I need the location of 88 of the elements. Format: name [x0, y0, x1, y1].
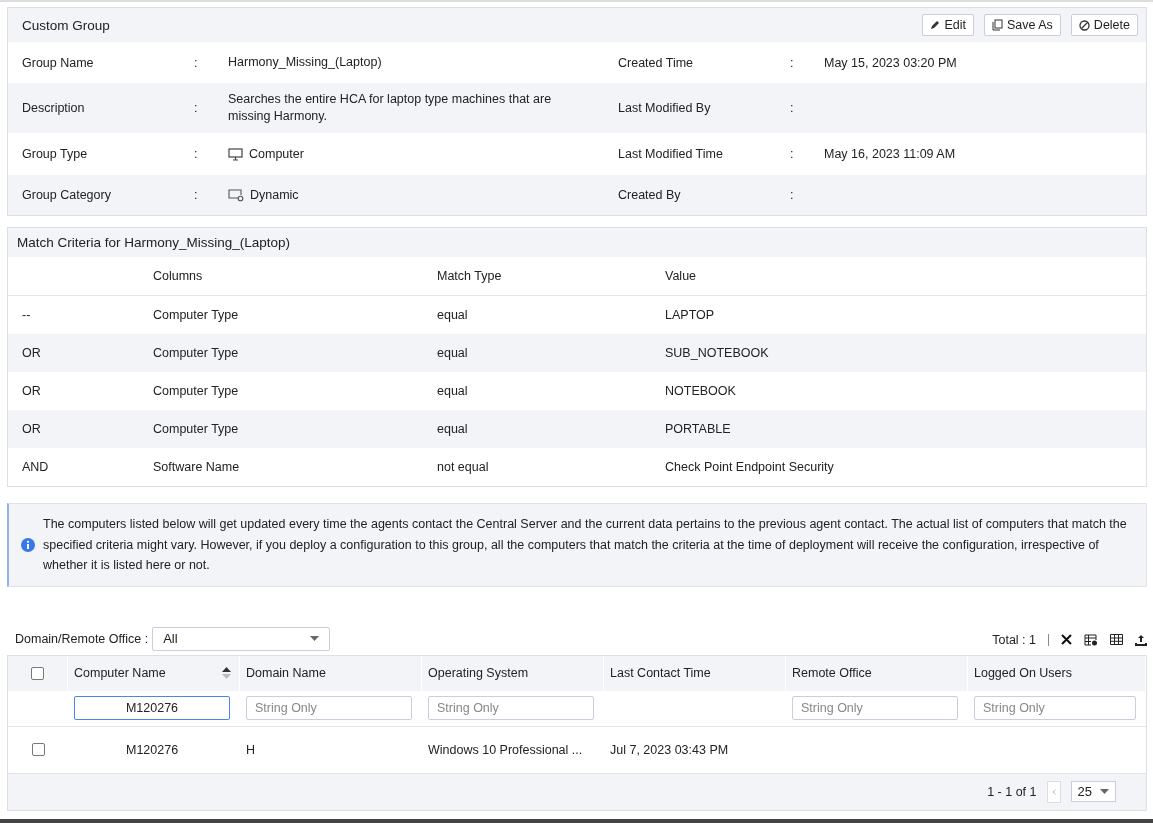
panel-title: Custom Group [22, 17, 110, 33]
table-cell-text: not equal [437, 460, 490, 474]
edit-button[interactable]: Edit [922, 14, 974, 36]
column-header[interactable]: Computer Name [74, 666, 166, 680]
column-filter-field[interactable]: String Only [792, 696, 958, 720]
table-cell-text: equal [437, 422, 469, 436]
sort-icon[interactable] [222, 666, 231, 680]
pencil-icon [930, 20, 941, 30]
chevron-left-icon [1051, 788, 1056, 795]
table-icon[interactable] [1110, 634, 1123, 645]
column-header[interactable]: Last Contact Time [610, 666, 711, 680]
monitor-icon [228, 147, 243, 161]
table-cell: Jul 7, 2023 03:43 PM [610, 742, 729, 757]
row-checkbox[interactable] [31, 743, 45, 756]
column-header[interactable]: Domain Name [246, 666, 326, 680]
caret-icon [310, 636, 320, 641]
field-label: Group Name [22, 55, 95, 70]
copy-button[interactable]: Save As [984, 14, 1061, 36]
page-range: 1 - 1 of 1 [987, 784, 1037, 799]
table-cell-text: NOTEBOOK [665, 384, 737, 398]
colon: : [194, 101, 199, 115]
table-cell-text: PORTABLE [665, 422, 732, 436]
table-cell-text: M120276 [125, 742, 179, 757]
colon: : [194, 188, 199, 202]
field-value: May 15, 2023 03:20 PM [824, 55, 957, 70]
table-cell-text: Check Point Endpoint Security [665, 460, 835, 474]
column-header[interactable]: Logged On Users [974, 666, 1072, 680]
column-header: Match Type [437, 269, 503, 283]
field-value: Computer [249, 145, 304, 163]
info-message: The computers listed below will get updated every time the agents contact the Central Server and the current data pertains to the previous agent contact. The actual list of computers that match the specified criteria might vary. However, if you deploy a configuration to this group, all the computers that match the criteria at the time of deployment will receive the configuration, irrespective of whether it is listed here or not. [43, 516, 1128, 574]
table-add-icon[interactable] [1084, 633, 1098, 646]
field-label: Created By [618, 188, 682, 202]
table-cell-text: equal [437, 308, 469, 322]
field-label: Group Category [22, 188, 112, 202]
colon: : [790, 147, 795, 161]
table-cell: H [246, 742, 256, 757]
colon: : [790, 101, 795, 115]
field-label: Last Modified Time [618, 147, 724, 161]
close-icon[interactable] [1061, 634, 1072, 645]
operator-cell-text: -- [22, 308, 32, 322]
divider-icon [1048, 633, 1049, 646]
caret-icon [1100, 789, 1109, 794]
table-cell: Windows 10 Professional ... [428, 742, 583, 757]
total-count: Total : 1 [992, 632, 1036, 647]
column-filter-field[interactable]: String Only [428, 696, 594, 720]
operator-cell-text: OR [22, 384, 42, 398]
table-cell-text: equal [437, 384, 469, 398]
operator-cell-text: AND [22, 460, 50, 474]
column-header[interactable]: Remote Office [792, 666, 872, 680]
table-cell-text: Computer Type [153, 384, 240, 398]
column-header[interactable]: Operating System [428, 666, 529, 680]
operator-cell-text: OR [22, 346, 42, 360]
column-filter-field[interactable]: String Only [974, 696, 1136, 720]
field-value: Searches the entire HCA for laptop type machines that are missing Harmony. [228, 91, 553, 125]
field-value: Harmony_Missing_(Laptop) [228, 54, 382, 71]
domain-dropdown[interactable]: All [152, 626, 331, 651]
table-cell-text: Software Name [153, 460, 241, 474]
column-header: Value [665, 269, 698, 283]
operator-cell-text: OR [22, 422, 42, 436]
monitor-gear-icon [228, 188, 244, 202]
colon: : [194, 147, 199, 161]
table-cell-text: Computer Type [153, 346, 240, 360]
copy-icon [992, 19, 1003, 31]
delete-button[interactable]: Delete [1070, 14, 1138, 36]
table-cell-text: Computer Type [153, 422, 240, 436]
page-size-dropdown[interactable]: 25 [1070, 781, 1116, 802]
field-label: Created Time [618, 55, 695, 70]
column-filter-field[interactable]: String Only [246, 696, 412, 720]
colon: : [790, 55, 795, 70]
info-icon [21, 537, 35, 552]
upload-icon[interactable] [1135, 633, 1147, 646]
colon: : [194, 55, 199, 70]
select-all-checkbox[interactable] [31, 666, 44, 680]
section-title: Match Criteria for Harmony_Missing_(Laptop) [17, 235, 291, 250]
field-label: Last Modified By [618, 101, 712, 115]
field-label: Description [22, 101, 86, 115]
ban-icon [1078, 19, 1090, 31]
field-label: Group Type [22, 147, 89, 161]
filter-label: Domain/Remote Office : [15, 631, 149, 646]
table-cell-text: Computer Type [153, 308, 240, 322]
field-value: Dynamic [250, 186, 299, 204]
column-filter-field[interactable]: M120276 [74, 696, 230, 720]
table-cell-text: LAPTOP [665, 308, 716, 322]
column-header: Columns [153, 269, 204, 283]
table-cell-text: SUB_NOTEBOOK [665, 346, 770, 360]
table-cell-text: equal [437, 346, 469, 360]
field-value: May 16, 2023 11:09 AM [824, 147, 956, 161]
colon: : [790, 188, 795, 202]
